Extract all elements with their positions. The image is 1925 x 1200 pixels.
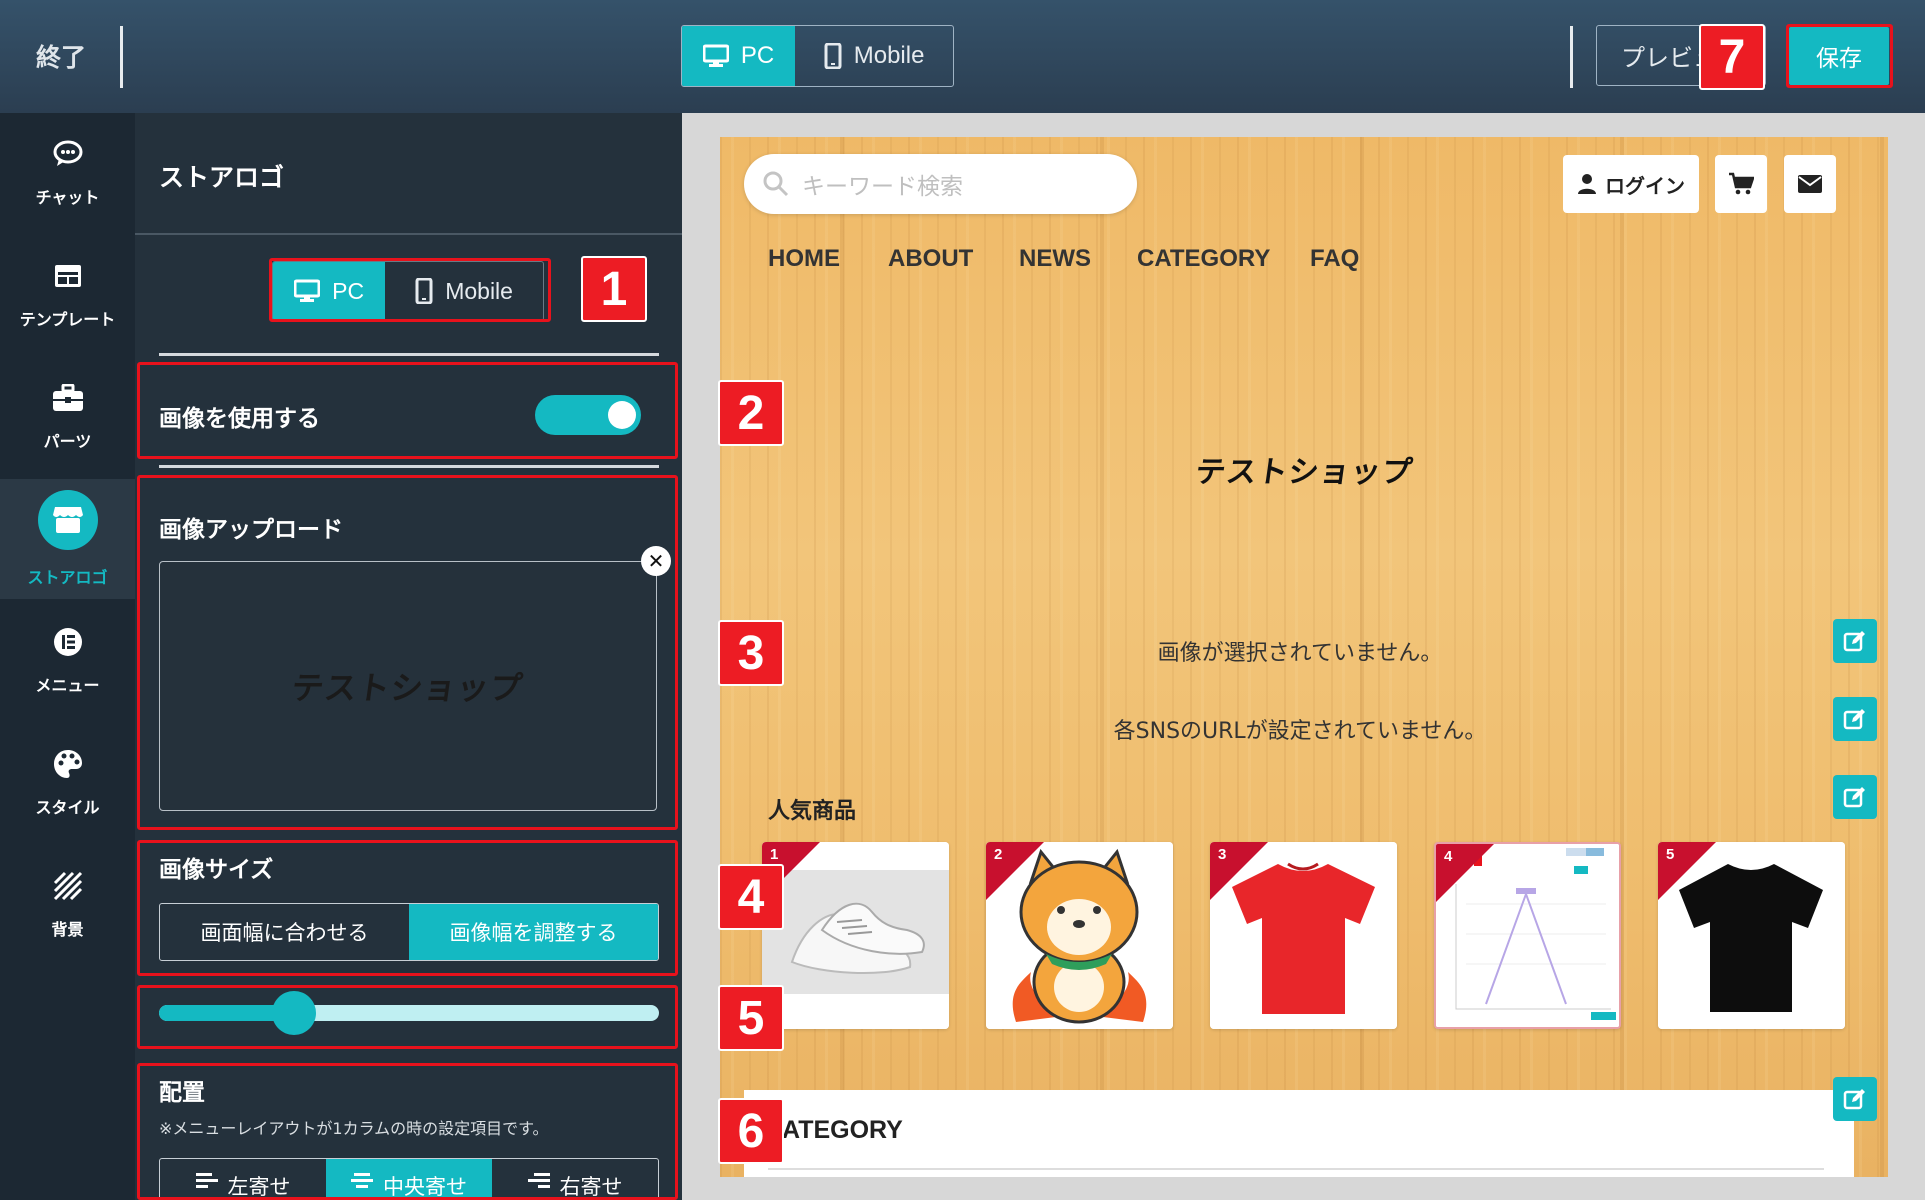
device-toggle: PC Mobile — [681, 25, 954, 87]
left-rail: チャット テンプレート パーツ ストアロゴ メニュー スタイル 背景 — [0, 113, 135, 1200]
rail-item-store-logo[interactable]: ストアロゴ — [0, 479, 135, 599]
edit-icon — [1843, 787, 1865, 808]
store-icon — [37, 490, 98, 550]
annotation-badge: 5 — [718, 985, 784, 1051]
popular-products-title: 人気商品 — [768, 799, 857, 824]
login-button[interactable]: ログイン — [1563, 155, 1699, 213]
rail-label: テンプレート — [19, 310, 116, 329]
rank-number: 3 — [1218, 846, 1227, 863]
nav-news[interactable]: NEWS — [1019, 245, 1091, 273]
annotation-badge: 3 — [718, 620, 784, 686]
highlight-box-use-image — [137, 362, 678, 459]
product-card[interactable]: 4 — [1434, 842, 1621, 1029]
rank-number: 2 — [994, 846, 1003, 863]
exit-button[interactable]: 終了 — [36, 38, 86, 74]
store-preview: キーワード検索 ログイン HOME ABOUT NEWS CATEGORY FA… — [720, 137, 1888, 1177]
rail-label: メニュー — [35, 676, 100, 695]
rail-label: パーツ — [43, 432, 92, 451]
edit-button[interactable] — [1833, 1077, 1877, 1121]
annotation-badge: 7 — [1699, 24, 1765, 90]
rail-label: チャット — [35, 188, 100, 207]
nav-home[interactable]: HOME — [768, 245, 840, 273]
search-icon — [763, 171, 789, 197]
menu-icon — [52, 626, 84, 658]
no-sns-message: 各SNSのURLが設定されていません。 — [1113, 719, 1487, 744]
no-image-message: 画像が選択されていません。 — [1157, 641, 1443, 666]
product-card[interactable]: 3 — [1210, 842, 1397, 1029]
edit-button[interactable] — [1833, 775, 1877, 819]
edit-button[interactable] — [1833, 619, 1877, 663]
search-placeholder: キーワード検索 — [802, 174, 963, 200]
annotation-badge: 4 — [718, 864, 784, 930]
rail-item-template[interactable]: テンプレート — [0, 235, 135, 355]
annotation-badge: 1 — [581, 256, 647, 322]
divider — [135, 233, 682, 235]
palette-icon — [52, 748, 84, 780]
rail-item-parts[interactable]: パーツ — [0, 357, 135, 477]
chat-bubble-icon — [52, 138, 84, 170]
cart-icon — [1729, 172, 1754, 195]
edit-icon — [1843, 709, 1865, 730]
edit-button[interactable] — [1833, 697, 1877, 741]
device-pc-label: PC — [740, 42, 775, 69]
rail-item-chat[interactable]: チャット — [0, 113, 135, 233]
edit-icon — [1843, 1089, 1865, 1110]
rail-label: スタイル — [35, 798, 100, 817]
preview-search-input[interactable]: キーワード検索 — [744, 154, 1137, 214]
device-mobile-button[interactable]: Mobile — [795, 26, 953, 86]
product-card[interactable]: 2 — [986, 842, 1173, 1029]
nav-faq[interactable]: FAQ — [1310, 245, 1359, 273]
product-card[interactable]: 1 — [762, 842, 949, 1029]
category-section: ATEGORY — [744, 1090, 1854, 1177]
product-card[interactable]: 5 — [1658, 842, 1845, 1029]
highlight-box-slider — [137, 985, 678, 1049]
top-bar: 終了 PC Mobile プレビュー 保存 — [0, 0, 1925, 113]
rank-number: 1 — [770, 846, 779, 863]
divider — [159, 353, 659, 356]
nav-about[interactable]: ABOUT — [888, 245, 973, 273]
divider — [768, 1168, 1824, 1170]
device-mobile-label: Mobile — [853, 42, 925, 69]
rail-item-style[interactable]: スタイル — [0, 723, 135, 843]
divider — [120, 26, 123, 88]
rail-label: 背景 — [51, 920, 84, 939]
nav-category[interactable]: CATEGORY — [1137, 245, 1270, 273]
highlight-box-size — [137, 840, 678, 976]
highlight-box-alignment — [137, 1063, 678, 1200]
template-icon — [52, 260, 84, 292]
highlight-box-device — [269, 258, 551, 322]
cart-button[interactable] — [1715, 155, 1767, 213]
rail-label: ストアロゴ — [27, 568, 108, 587]
rail-item-background[interactable]: 背景 — [0, 845, 135, 965]
mail-icon — [1798, 175, 1822, 193]
monitor-icon — [702, 44, 729, 67]
edit-icon — [1843, 631, 1865, 652]
divider — [159, 465, 659, 468]
hatch-icon — [52, 870, 84, 902]
toolbox-icon — [52, 382, 84, 414]
annotation-badge: 6 — [718, 1098, 784, 1164]
divider — [1570, 26, 1573, 88]
rank-number: 4 — [1444, 848, 1453, 865]
phone-icon — [824, 43, 842, 69]
category-title: ATEGORY — [782, 1116, 903, 1144]
annotation-badge: 2 — [718, 380, 784, 446]
login-label: ログイン — [1605, 173, 1685, 198]
highlight-box-save — [1786, 24, 1893, 88]
mail-button[interactable] — [1784, 155, 1836, 213]
user-icon — [1578, 174, 1596, 194]
rail-item-menu[interactable]: メニュー — [0, 601, 135, 721]
rank-number: 5 — [1666, 846, 1675, 863]
shop-logo-text: テストショップ — [1192, 455, 1415, 490]
highlight-box-upload — [137, 475, 678, 830]
device-pc-button[interactable]: PC — [682, 26, 796, 86]
shop-logo: テストショップ — [720, 447, 1888, 491]
panel-title: ストアロゴ — [159, 163, 285, 192]
